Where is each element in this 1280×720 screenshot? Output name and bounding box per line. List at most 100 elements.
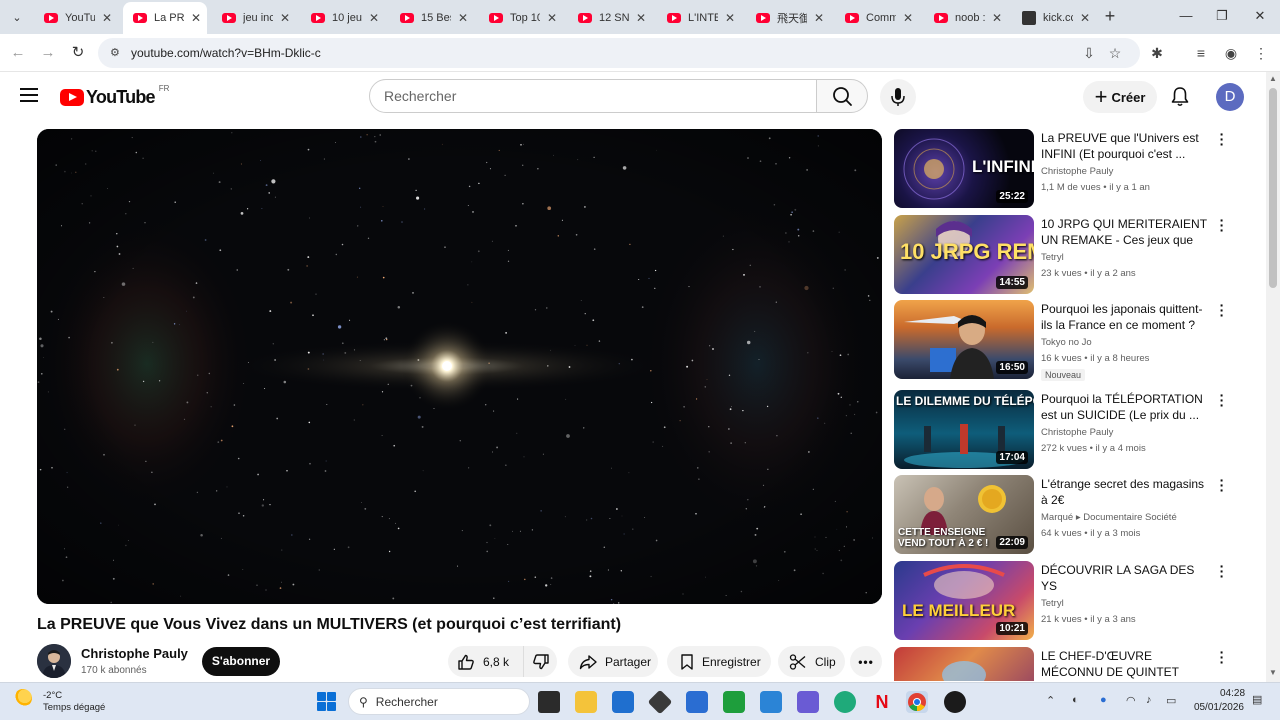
forward-arrow-icon[interactable]: → [38,43,58,63]
recommended-channel[interactable]: Tokyo no Jo [1041,337,1092,348]
browser-tab[interactable]: 15 Bes ✕ [390,4,474,32]
video-player[interactable] [37,129,882,604]
tab-close-icon[interactable]: ✕ [992,11,1002,25]
address-url[interactable]: youtube.com/watch?v=BHm-Dklic-c [131,46,321,60]
tab-close-icon[interactable]: ✕ [814,11,824,25]
recommended-title[interactable]: La PREUVE que l'Univers est INFINI (Et p… [1041,130,1211,162]
file-explorer-icon[interactable] [575,691,597,713]
recommended-title[interactable]: Pourquoi les japonais quittent-ils la Fr… [1041,301,1211,333]
unity-hub-icon[interactable] [647,689,673,715]
browser-tab[interactable]: 飛天御 ✕ [746,4,830,32]
obs-icon[interactable] [944,691,966,713]
task-view-icon[interactable] [538,691,560,713]
browser-tab[interactable]: YouTu ✕ [34,4,118,32]
vscode-icon[interactable] [760,691,782,713]
media-control-icon[interactable]: ≡ [1192,44,1210,62]
video-thumbnail[interactable]: LE DILEMME DU TÉLÉPORTEUR 17:04 [894,390,1034,469]
share-button[interactable]: Partager [568,646,658,677]
recommended-video[interactable]: L'INFINI 25:22 La PREUVE que l'Univers e… [894,127,1234,209]
tab-close-icon[interactable]: ✕ [458,11,468,25]
tab-close-icon[interactable]: ✕ [547,11,557,25]
channel-name[interactable]: Christophe Pauly [81,646,188,661]
browser-tab[interactable]: 12 SNI ✕ [568,4,652,32]
search-button[interactable] [816,79,868,113]
code-editor-icon[interactable] [686,691,708,713]
maximize-icon[interactable]: ❐ [1212,8,1232,24]
browser-tab[interactable]: noob : ✕ [924,4,1008,32]
taskbar-search[interactable]: ⚲ Rechercher [348,688,530,715]
video-thumbnail[interactable]: LE MEILLEUR 10:21 [894,561,1034,640]
clock-time[interactable]: 04:28 [1220,688,1245,699]
reload-icon[interactable]: ↻ [68,43,88,63]
recommended-video[interactable]: LE DILEMME DU TÉLÉPORTEUR 17:04 Pourquoi… [894,388,1234,470]
xbox-icon[interactable] [723,691,745,713]
voice-search-button[interactable] [880,79,916,115]
video-thumbnail[interactable]: 10 JRPG REMAKE 14:55 [894,215,1034,294]
extensions-icon[interactable]: ✱ [1148,44,1166,62]
recommended-video[interactable]: CETTE ENSEIGNE VEND TOUT À 2 € ! 22:09 L… [894,473,1234,555]
recommended-title[interactable]: 10 JRPG QUI MERITERAIENT UN REMAKE - Ces… [1041,216,1211,249]
recommended-video[interactable]: 10 JRPG REMAKE 14:55 10 JRPG QUI MERITER… [894,213,1234,295]
wifi-icon[interactable]: ◠ [1126,694,1136,707]
recommended-video[interactable]: LE CHEF-D'ŒUVRE MÉCONNU DE QUINTET · · · [894,647,1234,681]
tray-mic-icon[interactable]: ● [1100,694,1107,706]
install-app-icon[interactable]: ⇩ [1080,44,1098,62]
guide-menu-icon[interactable] [20,88,38,102]
new-tab-button[interactable]: + [1100,7,1120,27]
video-options-icon[interactable]: · · · [1216,473,1228,497]
video-thumbnail[interactable]: CETTE ENSEIGNE VEND TOUT À 2 € ! 22:09 [894,475,1034,554]
tab-search-dropdown-button[interactable]: ⌄ [6,7,28,27]
video-options-icon[interactable]: · · · [1216,647,1228,669]
recommended-title[interactable]: DÉCOUVRIR LA SAGA DES YS [1041,562,1211,594]
browser-tab[interactable]: 10 jeu ✕ [301,4,385,32]
notification-center-icon[interactable]: ▤ [1252,693,1262,706]
tab-close-icon[interactable]: ✕ [903,11,913,25]
recommended-channel[interactable]: Christophe Pauly [1041,166,1113,177]
minimize-icon[interactable]: — [1176,8,1196,23]
video-options-icon[interactable]: · · · [1216,559,1228,583]
recommended-channel[interactable]: Tetryl [1041,252,1064,263]
recommended-channel[interactable]: Marqué ▸ Documentaire Société [1041,512,1177,523]
browser-menu-icon[interactable]: ⋮ [1252,44,1270,62]
windows-start-icon[interactable] [317,692,336,711]
tab-close-icon[interactable]: ✕ [636,11,646,25]
video-thumbnail[interactable]: 16:50 [894,300,1034,379]
recommended-channel[interactable]: Christophe Pauly [1041,427,1113,438]
video-thumbnail[interactable] [894,647,1034,681]
volume-icon[interactable]: ♪ [1146,694,1152,706]
tray-app-icon[interactable]: ◐ [1072,694,1079,706]
more-actions-icon[interactable]: ••• [850,646,882,677]
browser-tab-active[interactable]: La PRE ✕ [123,2,207,34]
bookmark-star-icon[interactable]: ☆ [1106,44,1124,62]
tab-close-icon[interactable]: ✕ [191,11,201,25]
video-options-icon[interactable]: · · · [1216,298,1228,322]
youtube-logo[interactable]: YouTube FR [60,84,169,108]
recommended-video[interactable]: 16:50 Pourquoi les japonais quittent-ils… [894,298,1234,381]
subscribe-button[interactable]: S'abonner [202,647,280,676]
weather-temperature[interactable]: -2°C [43,690,62,701]
address-bar[interactable]: ⚙ youtube.com/watch?v=BHm-Dklic-c [98,38,1140,68]
browser-tab[interactable]: jeu inc ✕ [212,4,296,32]
video-thumbnail[interactable]: L'INFINI 25:22 [894,129,1034,208]
microsoft-store-icon[interactable] [612,691,634,713]
edge-icon[interactable] [834,691,856,713]
tray-overflow-icon[interactable]: ⌃ [1046,694,1055,707]
page-scrollbar[interactable]: ▲ ▼ [1266,72,1280,682]
scroll-up-icon[interactable]: ▲ [1269,74,1277,83]
recommended-channel[interactable]: Tetryl [1041,598,1064,609]
recommended-video[interactable]: LE MEILLEUR 10:21 DÉCOUVRIR LA SAGA DES … [894,559,1234,641]
site-info-icon[interactable]: ⚙ [110,46,124,60]
browser-tab[interactable]: kick.cc ✕ [1012,4,1096,32]
window-close-icon[interactable]: ✕ [1250,8,1270,24]
recommended-title[interactable]: L'étrange secret des magasins à 2€ [1041,476,1211,508]
battery-icon[interactable]: ▭ [1166,694,1176,707]
browser-tab[interactable]: Top 10 ✕ [479,4,563,32]
weather-widget[interactable] [14,689,42,707]
netflix-icon[interactable]: N [871,691,893,713]
recommended-title[interactable]: Pourquoi la TÉLÉPORTATION est un SUICIDE… [1041,391,1211,423]
tab-close-icon[interactable]: ✕ [280,11,290,25]
dislike-button[interactable] [523,646,557,677]
tab-close-icon[interactable]: ✕ [102,11,112,25]
scroll-down-icon[interactable]: ▼ [1269,668,1277,677]
notifications-bell-icon[interactable] [1168,85,1192,109]
